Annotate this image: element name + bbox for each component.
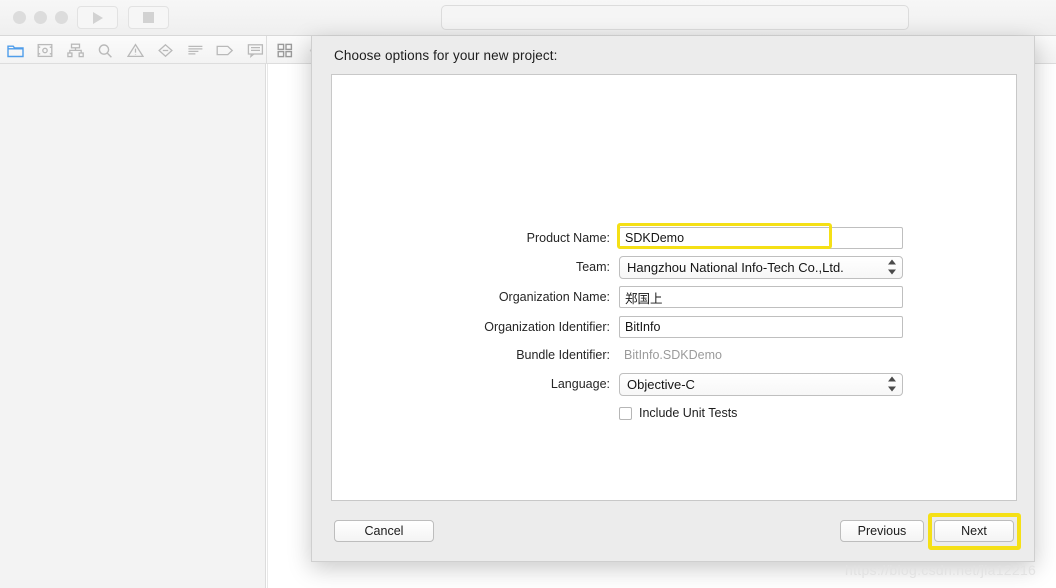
bundle-identifier-value: BitInfo.SDKDemo <box>624 348 722 362</box>
zoom-window-button[interactable] <box>55 11 68 24</box>
team-label: Team: <box>575 260 610 274</box>
next-button[interactable]: Next <box>934 520 1014 542</box>
activity-view[interactable] <box>441 5 909 30</box>
include-unit-tests-checkbox[interactable] <box>619 406 632 420</box>
test-navigator-icon[interactable] <box>150 36 180 64</box>
play-icon <box>92 11 103 24</box>
traffic-light-buttons <box>13 11 68 24</box>
breakpoint-navigator-icon[interactable] <box>210 36 240 64</box>
language-stepper-icon <box>887 376 896 392</box>
project-options-form: Product Name: SDKDemo Team: Hangzhou Nat… <box>332 75 1018 502</box>
navigator-sidebar[interactable] <box>0 64 266 588</box>
run-stop-controls <box>77 6 169 29</box>
close-window-button[interactable] <box>13 11 26 24</box>
minimize-window-button[interactable] <box>34 11 47 24</box>
run-button[interactable] <box>77 6 118 29</box>
debug-navigator-icon[interactable] <box>180 36 210 64</box>
find-navigator-icon[interactable] <box>90 36 120 64</box>
organization-name-label: Organization Name: <box>498 290 610 304</box>
organization-name-input[interactable]: 郑国上 <box>619 286 903 308</box>
product-name-label: Product Name: <box>526 231 610 245</box>
language-popup-value: Objective-C <box>627 376 695 392</box>
team-stepper-icon <box>887 259 896 275</box>
cancel-button[interactable]: Cancel <box>334 520 434 542</box>
form-row-team: Team: Hangzhou National Info-Tech Co.,Lt… <box>332 255 1018 279</box>
include-unit-tests-label: Include Unit Tests <box>639 406 738 420</box>
form-row-organization-name: Organization Name: 郑国上 <box>332 286 1018 308</box>
organization-identifier-input[interactable]: BitInfo <box>619 316 903 338</box>
team-popup-value: Hangzhou National Info-Tech Co.,Ltd. <box>627 259 844 275</box>
stop-icon <box>143 12 154 23</box>
language-label: Language: <box>550 377 610 391</box>
watermark-text: https://blog.csdn.net/jia12216 <box>845 562 1037 578</box>
symbol-navigator-icon[interactable] <box>60 36 90 64</box>
dialog-title: Choose options for your new project: <box>334 48 558 63</box>
previous-button[interactable]: Previous <box>840 520 924 542</box>
include-unit-tests-row[interactable]: Include Unit Tests <box>619 406 737 420</box>
source-control-navigator-icon[interactable] <box>30 36 60 64</box>
window-titlebar <box>0 0 1056 36</box>
form-row-organization-identifier: Organization Identifier: BitInfo <box>332 316 1018 338</box>
product-name-input[interactable]: SDKDemo <box>619 227 903 249</box>
navigator-divider <box>266 36 267 64</box>
xcode-new-project-screen: Choose options for your new project: Pro… <box>0 0 1056 588</box>
bundle-identifier-label: Bundle Identifier: <box>516 348 610 362</box>
dialog-content-panel: Product Name: SDKDemo Team: Hangzhou Nat… <box>331 74 1017 501</box>
grid-view-icon[interactable] <box>270 36 300 64</box>
team-popup-button[interactable]: Hangzhou National Info-Tech Co.,Ltd. <box>619 255 903 279</box>
form-row-product-name: Product Name: SDKDemo <box>332 227 1018 249</box>
project-navigator-icon[interactable] <box>0 36 30 64</box>
language-popup-button[interactable]: Objective-C <box>619 372 903 396</box>
form-row-language: Language: Objective-C <box>332 372 1018 396</box>
navigator-icon-group <box>0 36 270 64</box>
form-row-bundle-identifier: Bundle Identifier: BitInfo.SDKDemo <box>332 344 1018 366</box>
editor-edge-line <box>267 64 268 588</box>
issue-navigator-icon[interactable] <box>120 36 150 64</box>
new-project-options-dialog: Choose options for your new project: Pro… <box>311 36 1035 562</box>
organization-identifier-label: Organization Identifier: <box>484 320 610 334</box>
stop-button[interactable] <box>128 6 169 29</box>
